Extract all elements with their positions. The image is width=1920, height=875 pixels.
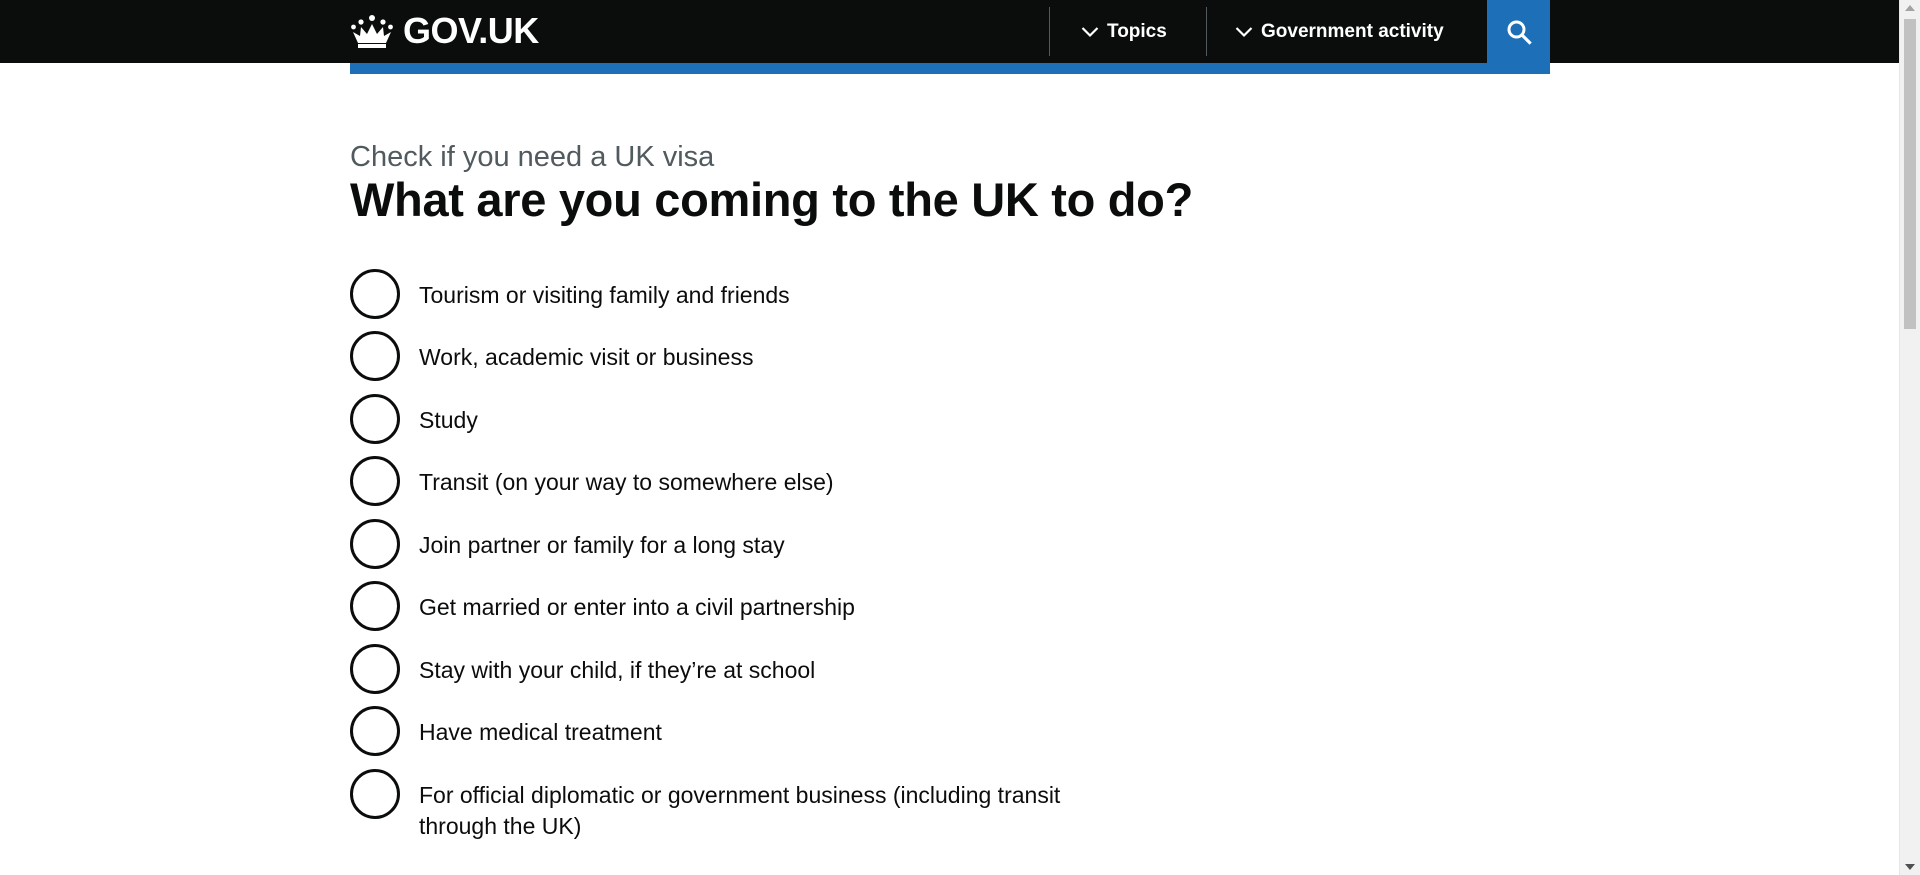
- radio-circle[interactable]: [350, 456, 400, 506]
- radio-option-work[interactable]: Work, academic visit or business: [350, 331, 753, 381]
- radio-circle[interactable]: [350, 706, 400, 756]
- page-caption: Check if you need a UK visa: [350, 141, 715, 173]
- radio-label[interactable]: Join partner or family for a long stay: [419, 530, 785, 561]
- nav-government-activity[interactable]: Government activity: [1235, 0, 1444, 63]
- radio-label[interactable]: Stay with your child, if they’re at scho…: [419, 655, 815, 686]
- nav-government-activity-label: Government activity: [1261, 20, 1444, 42]
- header-blue-bar: [350, 63, 1550, 74]
- chevron-down-icon: [1081, 26, 1099, 37]
- radio-circle[interactable]: [350, 394, 400, 444]
- radio-label[interactable]: Have medical treatment: [419, 717, 662, 748]
- nav-divider: [1049, 7, 1050, 56]
- nav-divider: [1206, 7, 1207, 56]
- radio-option-child-school[interactable]: Stay with your child, if they’re at scho…: [350, 644, 815, 694]
- radio-option-transit[interactable]: Transit (on your way to somewhere else): [350, 456, 834, 506]
- radio-circle[interactable]: [350, 519, 400, 569]
- radio-circle[interactable]: [350, 769, 400, 819]
- nav-topics[interactable]: Topics: [1081, 0, 1167, 63]
- search-button[interactable]: [1487, 0, 1550, 63]
- crown-icon: [351, 15, 393, 48]
- govuk-logo-link[interactable]: GOV.UK: [350, 10, 539, 52]
- radio-circle[interactable]: [350, 269, 400, 319]
- radio-option-study[interactable]: Study: [350, 394, 478, 444]
- nav-topics-label: Topics: [1107, 20, 1167, 42]
- search-icon: [1507, 20, 1532, 45]
- scroll-up-arrow-icon[interactable]: [1905, 5, 1915, 11]
- chevron-down-icon: [1235, 26, 1253, 37]
- scroll-down-arrow-icon[interactable]: [1905, 864, 1915, 870]
- radio-label[interactable]: Study: [419, 405, 478, 436]
- radio-option-marriage[interactable]: Get married or enter into a civil partne…: [350, 581, 855, 631]
- radio-label[interactable]: Work, academic visit or business: [419, 342, 753, 373]
- radio-label[interactable]: Tourism or visiting family and friends: [419, 280, 790, 311]
- radio-option-medical[interactable]: Have medical treatment: [350, 706, 662, 756]
- radio-circle[interactable]: [350, 331, 400, 381]
- logo-text: GOV.UK: [403, 10, 539, 51]
- radio-label[interactable]: For official diplomatic or government bu…: [419, 780, 1110, 842]
- page-title: What are you coming to the UK to do?: [350, 173, 1194, 226]
- radio-circle[interactable]: [350, 581, 400, 631]
- radio-label[interactable]: Get married or enter into a civil partne…: [419, 592, 855, 623]
- radio-label[interactable]: Transit (on your way to somewhere else): [419, 467, 834, 498]
- vertical-scrollbar[interactable]: [1899, 0, 1920, 875]
- radio-circle[interactable]: [350, 644, 400, 694]
- radio-option-join-family[interactable]: Join partner or family for a long stay: [350, 519, 785, 569]
- site-header: GOV.UK Topics Government activity: [0, 0, 1899, 63]
- radio-option-tourism[interactable]: Tourism or visiting family and friends: [350, 269, 790, 319]
- scrollbar-thumb[interactable]: [1904, 19, 1916, 329]
- radio-option-diplomatic[interactable]: For official diplomatic or government bu…: [350, 769, 1110, 842]
